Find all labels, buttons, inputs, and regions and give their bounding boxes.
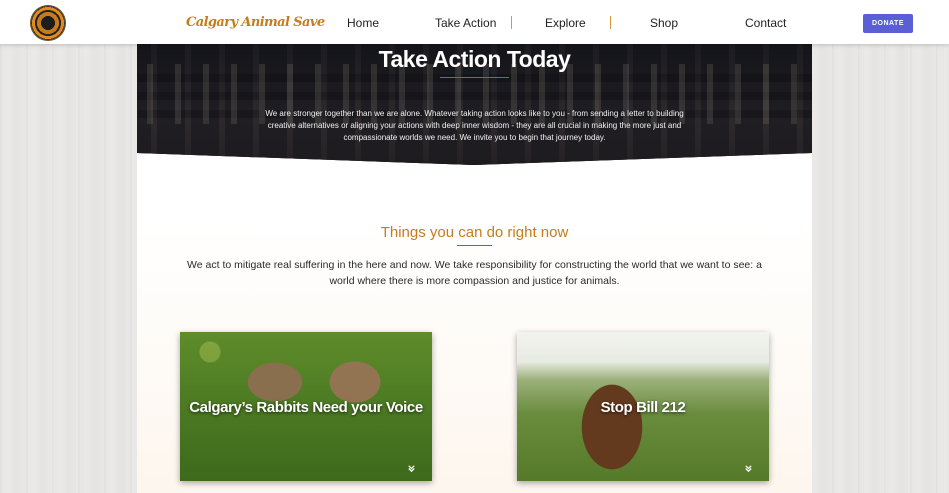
nav-take-action[interactable]: Take Action — [435, 16, 496, 30]
nav-home[interactable]: Home — [347, 16, 379, 30]
nav-separator — [610, 16, 611, 29]
hero-banner: Take Action Today We are stronger togeth… — [137, 44, 812, 165]
double-chevron-down-icon[interactable] — [744, 464, 753, 475]
brand-name[interactable]: Calgary Animal Save — [186, 15, 325, 30]
nav-separator — [511, 16, 512, 29]
donate-button[interactable]: DONATE — [863, 14, 913, 33]
nav-shop[interactable]: Shop — [650, 16, 678, 30]
nav-contact[interactable]: Contact — [745, 16, 786, 30]
card-stop-bill-212[interactable]: Stop Bill 212 — [517, 332, 769, 481]
card-title: Calgary’s Rabbits Need your Voice — [189, 399, 423, 416]
section-title-underline — [457, 245, 492, 246]
main-content: Take Action Today We are stronger togeth… — [137, 44, 812, 493]
nav-explore[interactable]: Explore — [545, 16, 586, 30]
double-chevron-down-icon[interactable] — [407, 464, 416, 475]
hero-title: Take Action Today — [378, 46, 571, 72]
card-title: Stop Bill 212 — [600, 399, 686, 416]
hero-title-underline — [440, 77, 509, 78]
hero-text: We are stronger together than we are alo… — [265, 109, 684, 142]
card-rabbits[interactable]: Calgary’s Rabbits Need your Voice — [180, 332, 432, 481]
site-logo[interactable] — [31, 6, 65, 40]
section-title: Things you can do right now — [380, 224, 569, 241]
section-text: We act to mitigate real suffering in the… — [187, 259, 762, 287]
site-header: Calgary Animal Save Home Take Action Exp… — [0, 0, 949, 44]
